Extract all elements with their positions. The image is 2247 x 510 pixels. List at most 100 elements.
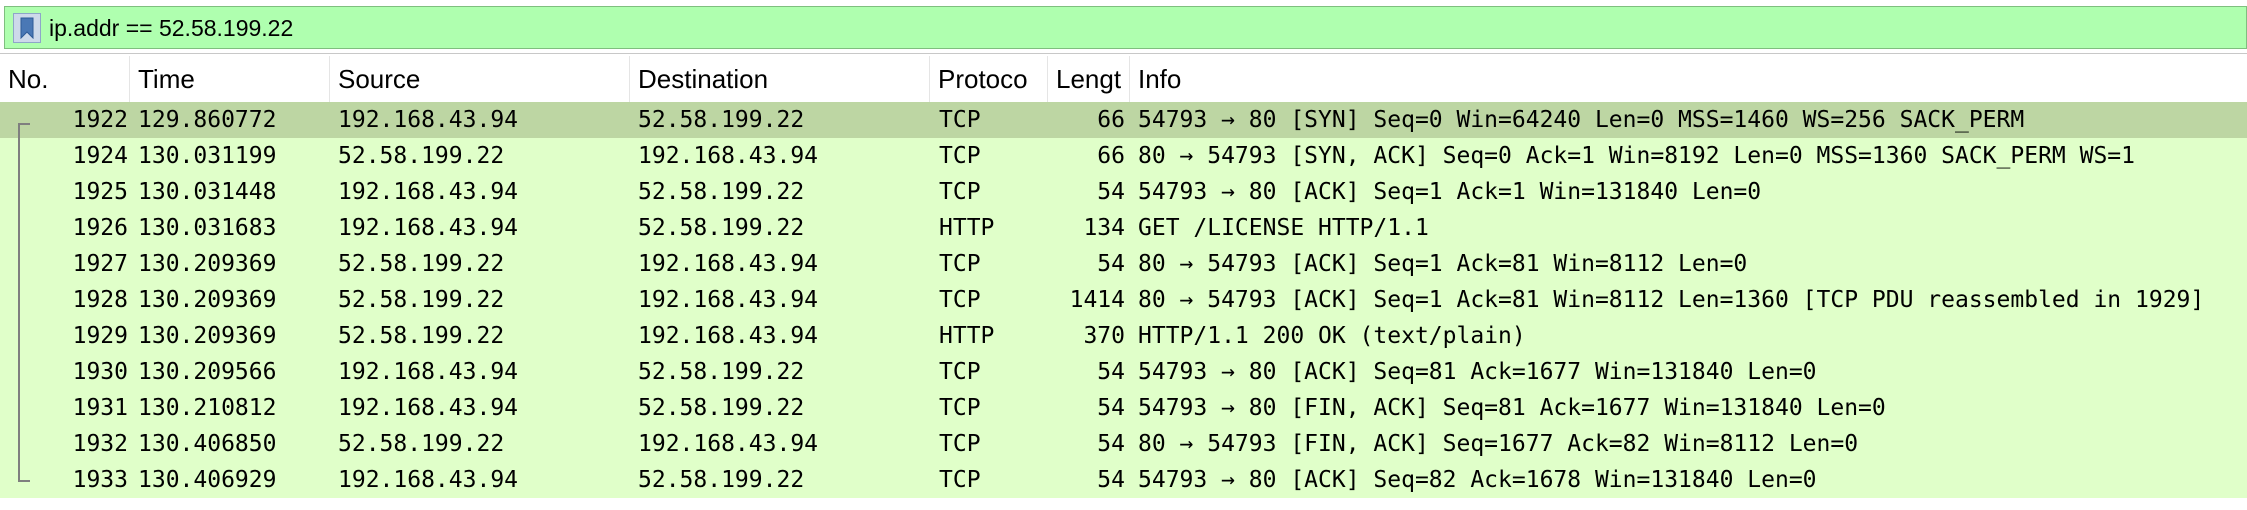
packet-destination: 192.168.43.94: [638, 287, 819, 313]
packet-info: 80 → 54793 [ACK] Seq=1 Ack=81 Win=8112 L…: [1138, 251, 1748, 277]
packet-length: 66: [1097, 107, 1125, 133]
packet-length: 54: [1097, 251, 1125, 277]
column-header-protocol[interactable]: Protoco: [930, 56, 1048, 102]
packet-number: 1927: [72, 251, 128, 277]
packet-row[interactable]: 1925 130.031448 192.168.43.94 52.58.199.…: [0, 174, 2247, 210]
bookmark-icon[interactable]: [13, 13, 41, 43]
packet-protocol: TCP: [939, 431, 981, 457]
packet-number: 1924: [72, 143, 128, 169]
packet-source: 52.58.199.22: [338, 323, 505, 349]
display-filter-input[interactable]: ip.addr == 52.58.199.22: [4, 6, 2247, 49]
packet-protocol: TCP: [939, 359, 981, 385]
packet-info: 54793 → 80 [ACK] Seq=81 Ack=1677 Win=131…: [1138, 359, 1817, 385]
packet-protocol: TCP: [939, 107, 981, 133]
packet-row[interactable]: 1929 130.209369 52.58.199.22 192.168.43.…: [0, 318, 2247, 354]
packet-row[interactable]: 1922 129.860772 192.168.43.94 52.58.199.…: [0, 102, 2247, 140]
packet-destination: 52.58.199.22: [638, 215, 805, 241]
packet-destination: 192.168.43.94: [638, 431, 819, 457]
column-header-destination[interactable]: Destination: [630, 56, 930, 102]
packet-info: 54793 → 80 [ACK] Seq=82 Ack=1678 Win=131…: [1138, 467, 1817, 493]
packet-list: 1922 129.860772 192.168.43.94 52.58.199.…: [0, 102, 2247, 498]
packet-length: 370: [1083, 323, 1125, 349]
column-header-length[interactable]: Lengt: [1048, 56, 1130, 102]
packet-row[interactable]: 1931 130.210812 192.168.43.94 52.58.199.…: [0, 390, 2247, 426]
packet-protocol: TCP: [939, 143, 981, 169]
packet-protocol: TCP: [939, 467, 981, 493]
packet-row[interactable]: 1926 130.031683 192.168.43.94 52.58.199.…: [0, 210, 2247, 246]
packet-destination: 52.58.199.22: [638, 467, 805, 493]
packet-row[interactable]: 1928 130.209369 52.58.199.22 192.168.43.…: [0, 282, 2247, 318]
packet-list-empty-area: [0, 498, 2247, 510]
packet-source: 52.58.199.22: [338, 287, 505, 313]
packet-time: 130.209369: [138, 287, 277, 313]
column-header-no[interactable]: No.: [0, 56, 130, 102]
packet-info: 80 → 54793 [SYN, ACK] Seq=0 Ack=1 Win=81…: [1138, 143, 2135, 169]
packet-time: 130.210812: [138, 395, 277, 421]
packet-length: 54: [1097, 395, 1125, 421]
packet-info: 80 → 54793 [FIN, ACK] Seq=1677 Ack=82 Wi…: [1138, 431, 1859, 457]
packet-destination: 192.168.43.94: [638, 251, 819, 277]
packet-info: HTTP/1.1 200 OK (text/plain): [1138, 323, 1526, 349]
packet-time: 130.031683: [138, 215, 277, 241]
display-filter-bar: ip.addr == 52.58.199.22: [0, 0, 2247, 54]
packet-time: 129.860772: [138, 107, 277, 133]
packet-number: 1928: [72, 287, 128, 313]
packet-time: 130.209566: [138, 359, 277, 385]
column-header-source[interactable]: Source: [330, 56, 630, 102]
packet-time: 130.406929: [138, 467, 277, 493]
packet-length: 54: [1097, 431, 1125, 457]
packet-protocol: TCP: [939, 287, 981, 313]
packet-number: 1932: [72, 431, 128, 457]
packet-source: 52.58.199.22: [338, 143, 505, 169]
packet-info: 80 → 54793 [ACK] Seq=1 Ack=81 Win=8112 L…: [1138, 287, 2205, 313]
packet-time: 130.031199: [138, 143, 277, 169]
packet-length: 54: [1097, 179, 1125, 205]
packet-source: 192.168.43.94: [338, 215, 519, 241]
packet-length: 54: [1097, 359, 1125, 385]
packet-destination: 52.58.199.22: [638, 395, 805, 421]
packet-source: 52.58.199.22: [338, 251, 505, 277]
packet-source: 192.168.43.94: [338, 107, 519, 133]
packet-protocol: TCP: [939, 251, 981, 277]
packet-destination: 192.168.43.94: [638, 323, 819, 349]
packet-protocol: TCP: [939, 179, 981, 205]
packet-protocol: TCP: [939, 395, 981, 421]
packet-number: 1925: [72, 179, 128, 205]
packet-row[interactable]: 1927 130.209369 52.58.199.22 192.168.43.…: [0, 246, 2247, 282]
packet-number: 1933: [72, 467, 128, 493]
packet-time: 130.031448: [138, 179, 277, 205]
packet-destination: 52.58.199.22: [638, 179, 805, 205]
packet-row[interactable]: 1932 130.406850 52.58.199.22 192.168.43.…: [0, 426, 2247, 462]
packet-info: GET /LICENSE HTTP/1.1: [1138, 215, 1429, 241]
packet-destination: 52.58.199.22: [638, 359, 805, 385]
packet-source: 192.168.43.94: [338, 359, 519, 385]
packet-number: 1922: [72, 107, 128, 133]
packet-list-header: No. Time Source Destination Protoco Leng…: [0, 56, 2247, 103]
packet-protocol: HTTP: [939, 215, 995, 241]
packet-length: 134: [1083, 215, 1125, 241]
packet-info: 54793 → 80 [ACK] Seq=1 Ack=1 Win=131840 …: [1138, 179, 1762, 205]
packet-time: 130.209369: [138, 251, 277, 277]
packet-length: 54: [1097, 467, 1125, 493]
packet-number: 1929: [72, 323, 128, 349]
packet-time: 130.209369: [138, 323, 277, 349]
column-header-time[interactable]: Time: [130, 56, 330, 102]
display-filter-text: ip.addr == 52.58.199.22: [49, 15, 294, 41]
packet-length: 1414: [1069, 287, 1125, 313]
packet-time: 130.406850: [138, 431, 277, 457]
packet-destination: 192.168.43.94: [638, 143, 819, 169]
packet-source: 192.168.43.94: [338, 467, 519, 493]
packet-row[interactable]: 1930 130.209566 192.168.43.94 52.58.199.…: [0, 354, 2247, 390]
packet-source: 192.168.43.94: [338, 179, 519, 205]
packet-source: 192.168.43.94: [338, 395, 519, 421]
packet-number: 1930: [72, 359, 128, 385]
packet-protocol: HTTP: [939, 323, 995, 349]
packet-row[interactable]: 1933 130.406929 192.168.43.94 52.58.199.…: [0, 462, 2247, 498]
packet-number: 1931: [72, 395, 128, 421]
column-header-info[interactable]: Info: [1130, 56, 2247, 102]
packet-destination: 52.58.199.22: [638, 107, 805, 133]
packet-row[interactable]: 1924 130.031199 52.58.199.22 192.168.43.…: [0, 138, 2247, 174]
packet-source: 52.58.199.22: [338, 431, 505, 457]
packet-length: 66: [1097, 143, 1125, 169]
packet-number: 1926: [72, 215, 128, 241]
